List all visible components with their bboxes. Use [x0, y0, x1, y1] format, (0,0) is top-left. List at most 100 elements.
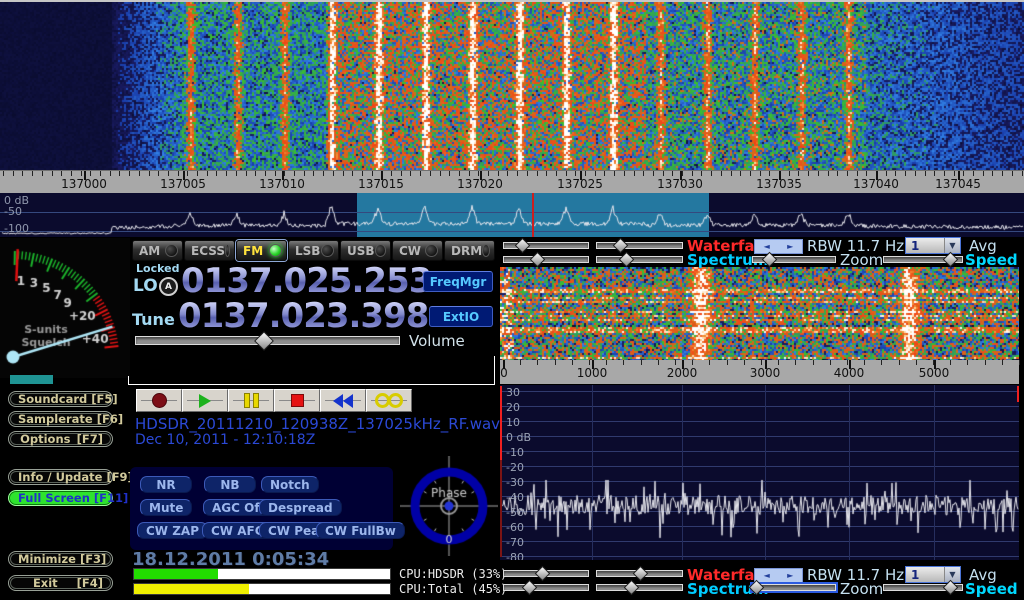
right_panel_top-contrast-slider[interactable] — [596, 242, 683, 249]
right_panel_top-brightness-slider[interactable] — [503, 242, 589, 249]
scale-tick — [992, 171, 993, 176]
dsp-button-nb[interactable]: NB — [204, 476, 256, 493]
playback-position-frame[interactable] — [128, 356, 495, 385]
loop-button[interactable] — [366, 389, 412, 412]
mode-button-ecss[interactable]: ECSS — [184, 240, 235, 261]
audio-waterfall-display[interactable] — [500, 267, 1019, 360]
pause-button[interactable] — [228, 389, 274, 412]
s-meter[interactable] — [0, 238, 130, 378]
right_panel_bottom-speed-slider[interactable] — [883, 584, 963, 591]
scale-tick-label: 137045 — [935, 177, 981, 191]
main-spectrum-display[interactable]: 0 dB-50-100 — [0, 193, 1024, 237]
right_panel_bottom-contrast-slider[interactable] — [596, 570, 683, 577]
mode-button-drm[interactable]: DRM — [444, 240, 495, 261]
right_panel_bottom-brightness-slider[interactable] — [503, 570, 589, 577]
locked-label: Locked — [136, 262, 179, 275]
scale-tick — [527, 171, 528, 176]
sidebar-button-options[interactable]: Options[F7] — [8, 431, 113, 447]
right_panel_bottom-avg-select[interactable]: 1▼ — [905, 566, 961, 583]
right_panel_top-spectrum-gain-slider[interactable] — [503, 256, 589, 263]
scale-tick — [672, 171, 673, 176]
right_panel_top-spectrum-range-slider[interactable] — [596, 256, 683, 263]
record-button[interactable] — [136, 389, 182, 412]
lock-icon[interactable]: A — [159, 277, 178, 296]
main-waterfall-display[interactable] — [0, 2, 1024, 170]
scale-tick — [207, 171, 208, 176]
dsp-button-cw-zap[interactable]: CW ZAP — [137, 522, 208, 539]
dsp-button-nr[interactable]: NR — [140, 476, 192, 493]
scale-tick — [760, 171, 761, 176]
dsp-button-cw-fullbw[interactable]: CW FullBw — [316, 522, 405, 539]
dsp-button-despread[interactable]: Despread — [259, 499, 342, 516]
right_panel_top-speed-slider[interactable] — [883, 256, 963, 263]
right_panel_bottom-contrast-slider-thumb[interactable] — [632, 566, 648, 582]
scale-tick — [653, 171, 654, 176]
chevron-down-icon[interactable]: ▼ — [944, 567, 960, 582]
sidebar-button-info-update[interactable]: Info / Update[F9] — [8, 469, 113, 485]
right_panel_top-spectrum-range-slider-thumb[interactable] — [619, 252, 635, 268]
mode-button-fm[interactable]: FM — [236, 240, 287, 261]
right_panel_top-speed-slider-thumb[interactable] — [943, 252, 959, 268]
mode-button-lsb[interactable]: LSB — [288, 240, 339, 261]
scale-tick — [934, 171, 935, 176]
sidebar-button-exit[interactable]: Exit[F4] — [8, 575, 113, 591]
scale-tick-label: 3000 — [750, 366, 781, 380]
tune-frequency-marker[interactable] — [532, 193, 534, 237]
scale-tick — [81, 171, 82, 176]
chevron-down-icon[interactable]: ▼ — [944, 238, 960, 253]
right_panel_top-brightness-slider-thumb[interactable] — [515, 238, 531, 254]
scale-tick — [294, 171, 295, 176]
step-right-icon[interactable]: ► — [779, 569, 803, 582]
right_panel_bottom-brightness-slider-thumb[interactable] — [535, 566, 551, 582]
spectrum-left-marker — [500, 386, 502, 460]
right_panel_top-avg-select[interactable]: 1▼ — [905, 237, 961, 254]
scale-tick — [216, 171, 217, 176]
audio-frequency-scale[interactable]: 010002000300040005000 — [500, 360, 1019, 384]
right_panel_bottom-spectrum-gain-slider-thumb[interactable] — [522, 580, 538, 596]
right_panel_top-spectrum-gain-slider-thumb[interactable] — [529, 252, 545, 268]
scale-tick — [895, 171, 896, 176]
scale-tick-label: 137015 — [358, 177, 404, 191]
mode-button-am[interactable]: AM — [132, 240, 183, 261]
db-label: -60 — [506, 521, 524, 534]
right_panel_bottom-zoom-slider[interactable] — [752, 584, 836, 591]
phase-dial[interactable] — [400, 456, 498, 556]
frequency-scale[interactable]: 1370001370051370101370151370201370251370… — [0, 170, 1024, 194]
audio-spectrum-display[interactable]: 3020100 dB-10-20-30-40-50-60-70-80 — [500, 385, 1019, 560]
sidebar-button-soundcard[interactable]: Soundcard[F5] — [8, 391, 113, 407]
scale-tick — [967, 360, 968, 365]
lo-frequency-display[interactable]: 0137.025.253 — [181, 264, 431, 298]
scale-tick — [178, 171, 179, 176]
sidebar-button-full-screen[interactable]: Full Screen[F11] — [8, 490, 113, 506]
right_panel_bottom-spectrum-range-slider-thumb[interactable] — [624, 580, 640, 596]
volume-slider[interactable] — [135, 336, 400, 345]
right_panel_top-zoom-slider[interactable] — [752, 256, 836, 263]
rewind-button[interactable] — [320, 389, 366, 412]
squelch-indicator[interactable] — [10, 375, 53, 384]
play-button[interactable] — [182, 389, 228, 412]
audio-spectrum-trace — [500, 385, 1019, 560]
scale-tick — [1022, 171, 1023, 176]
scale-tick — [556, 171, 557, 176]
sidebar-button-samplerate[interactable]: Samplerate[F6] — [8, 411, 113, 427]
mode-led-icon — [375, 244, 386, 257]
dsp-button-notch[interactable]: Notch — [261, 476, 319, 493]
step-right-icon[interactable]: ► — [779, 240, 803, 253]
stop-button[interactable] — [274, 389, 320, 412]
freqmgr-button[interactable]: FreqMgr — [423, 271, 493, 292]
dsp-button-mute[interactable]: Mute — [140, 499, 192, 516]
right_panel_bottom-spectrum-gain-slider[interactable] — [503, 584, 589, 591]
mode-button-usb[interactable]: USB — [340, 240, 391, 261]
mode-label: LSB — [295, 244, 320, 258]
scale-tick — [983, 171, 984, 176]
scale-tick — [692, 171, 693, 176]
sidebar-button-minimize[interactable]: Minimize[F3] — [8, 551, 113, 567]
sidebar-button-label: Options — [18, 432, 73, 446]
extio-button[interactable]: ExtIO — [429, 306, 493, 327]
tune-frequency-display[interactable]: 0137.023.398 — [178, 299, 428, 333]
scale-tick — [187, 171, 188, 176]
mode-button-cw[interactable]: CW — [392, 240, 443, 261]
scale-tick — [343, 171, 344, 176]
right_panel_bottom-spectrum-range-slider[interactable] — [596, 584, 683, 591]
cpu-bar-label: CPU:Total (45%) — [399, 582, 507, 596]
